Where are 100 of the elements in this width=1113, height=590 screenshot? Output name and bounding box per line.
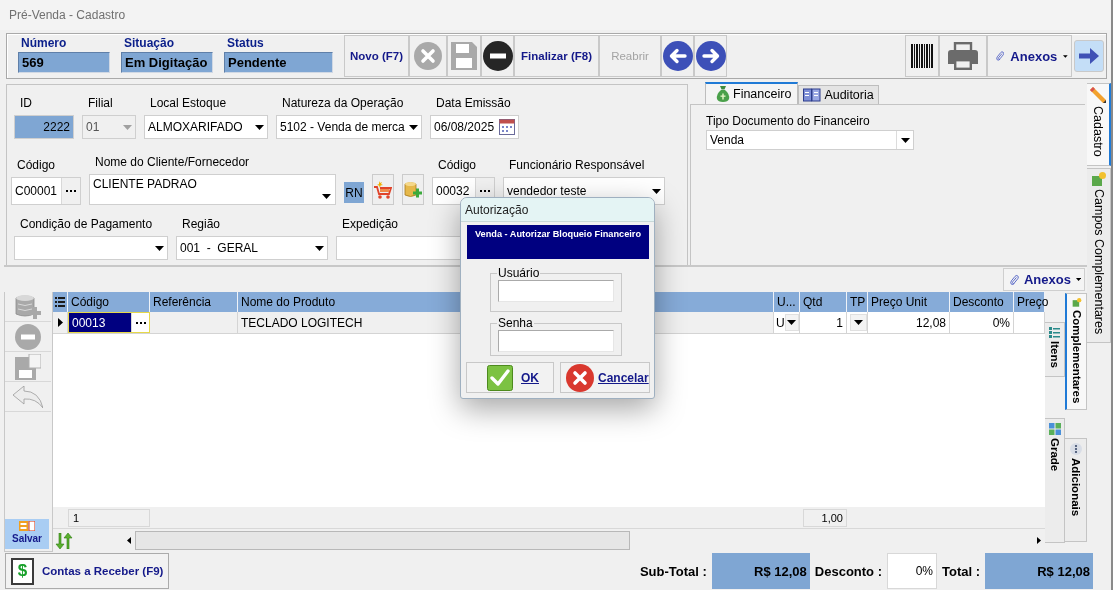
readonly-field: Em Digitação <box>121 52 213 73</box>
readonly-field: Pendente <box>224 52 333 73</box>
dropdown-field[interactable]: 001 - GERAL <box>176 236 328 260</box>
code-cell-editor[interactable]: 00013 <box>68 312 150 333</box>
grid-icon <box>1048 423 1061 435</box>
side-tab[interactable]: Complementares <box>1065 293 1087 410</box>
field-label: Usuário <box>497 266 541 280</box>
input-field[interactable] <box>498 280 614 302</box>
caret-icon <box>854 320 863 325</box>
lookup-button[interactable] <box>61 178 80 204</box>
dropdown-field[interactable]: CLIENTE PADRAO <box>89 174 336 205</box>
total-label: Total : <box>941 563 980 579</box>
attachments-menu-button[interactable]: Anexos <box>987 35 1072 77</box>
cancel-button[interactable]: Cancelar <box>560 362 650 393</box>
dropdown-field[interactable]: Venda <box>706 130 914 150</box>
cart-button[interactable] <box>372 174 394 205</box>
state-field: RN <box>344 182 364 203</box>
ellipsis-icon <box>135 321 146 324</box>
code-field[interactable]: C00001 <box>11 177 81 205</box>
window-title: Pré-Venda - Cadastro <box>9 8 126 22</box>
tab[interactable]: Auditoria <box>798 85 879 104</box>
field-label: Senha <box>497 316 534 330</box>
discount-field[interactable]: 0% <box>886 553 937 589</box>
right-arrow-icon <box>1079 48 1099 64</box>
remove-button[interactable] <box>481 35 514 77</box>
caret-icon <box>408 124 418 130</box>
table-cell: 0% <box>950 312 1014 333</box>
row-pointer-icon <box>57 318 63 327</box>
money-bag-icon <box>716 86 730 102</box>
add-button[interactable] <box>402 174 424 205</box>
field-label: ID <box>20 96 33 110</box>
list-icon <box>1049 327 1060 338</box>
input-field[interactable] <box>498 330 614 352</box>
footer-cell: 1 <box>68 508 150 527</box>
table-cell: 1 <box>800 312 847 333</box>
toolbar-button[interactable]: Finalizar (F8) <box>514 35 599 77</box>
side-tab[interactable]: Grade <box>1045 418 1065 543</box>
ok-button[interactable]: OK <box>466 362 554 393</box>
caret-icon <box>322 194 331 199</box>
table-cell: 12,08 <box>868 312 950 333</box>
toolbar-button[interactable]: Novo (F7) <box>344 35 409 77</box>
field-label: Nome do Cliente/Fornecedor <box>95 155 251 169</box>
list-icon <box>55 297 65 307</box>
total-label: Desconto : <box>814 563 882 579</box>
x-circle-icon <box>566 363 594 392</box>
total-value: R$ 12,08 <box>711 553 810 589</box>
barcode-button[interactable] <box>905 35 939 77</box>
receivables-button[interactable]: $ Contas a Receber (F9) <box>5 553 169 589</box>
field-label: Condição de Pagamento <box>20 217 154 231</box>
print-button[interactable] <box>939 35 987 77</box>
field-label: Região <box>182 217 222 231</box>
dialog-banner: Venda - Autorizar Bloqueio Financeiro <box>467 225 649 259</box>
field-label: Situação <box>124 37 175 50</box>
tab[interactable]: Financeiro <box>705 82 799 104</box>
database-add-icon <box>14 293 42 320</box>
dropdown-field[interactable] <box>14 236 168 260</box>
attachments-menu-button[interactable]: Anexos <box>1003 268 1085 291</box>
unit-dropdown[interactable]: U <box>774 312 800 333</box>
more-icon <box>1069 443 1082 455</box>
dropdown-field[interactable] <box>847 312 868 333</box>
dropdown-field[interactable]: ALMOXARIFADO <box>144 115 268 139</box>
field-label: Código <box>438 158 478 172</box>
field-label: Data Emissão <box>436 96 512 110</box>
printer-icon <box>948 42 978 70</box>
save-layout-button[interactable]: Salvar <box>5 519 49 549</box>
calendar-icon <box>499 119 515 135</box>
minus-circle-icon <box>15 323 41 350</box>
caret-icon <box>1063 53 1068 59</box>
layout-icon <box>19 521 35 531</box>
caret-icon <box>254 124 264 130</box>
caret-icon <box>1075 277 1081 282</box>
side-tab[interactable]: Campos Complementares <box>1087 167 1111 343</box>
field-label: Local Estoque <box>150 96 228 110</box>
forward-button[interactable] <box>1074 40 1104 72</box>
dollar-icon: $ <box>11 557 34 585</box>
caret-icon <box>122 124 132 130</box>
field-label: Número <box>21 37 68 50</box>
dropdown-field[interactable]: 5102 - Venda de merca <box>276 115 422 139</box>
side-tab[interactable]: Adicionais <box>1065 438 1087 542</box>
field-label: Código <box>17 158 57 172</box>
sticker-icon <box>1091 171 1106 186</box>
minus-circle-icon <box>482 41 513 71</box>
caret-icon <box>314 245 324 251</box>
cart-icon <box>374 180 392 199</box>
previous-button[interactable] <box>661 35 694 77</box>
scrollbar-thumb[interactable] <box>135 531 630 550</box>
undo-arrow-icon <box>13 385 43 408</box>
field-label: Status <box>227 37 265 50</box>
floppy-disk-icon <box>15 353 41 380</box>
side-tab[interactable]: Itens <box>1045 322 1065 377</box>
x-circle-icon <box>414 42 442 70</box>
caret-icon <box>900 137 910 143</box>
readonly-field: 2222 <box>14 115 74 139</box>
barcode-icon <box>911 44 933 68</box>
left-triangle-icon <box>127 537 131 544</box>
lookup-button[interactable] <box>131 313 149 332</box>
field-label: Funcionário Responsável <box>509 158 646 172</box>
date-field[interactable]: 06/08/2025 <box>430 115 519 139</box>
next-button[interactable] <box>694 35 727 77</box>
side-tab[interactable]: Cadastro <box>1087 83 1111 166</box>
